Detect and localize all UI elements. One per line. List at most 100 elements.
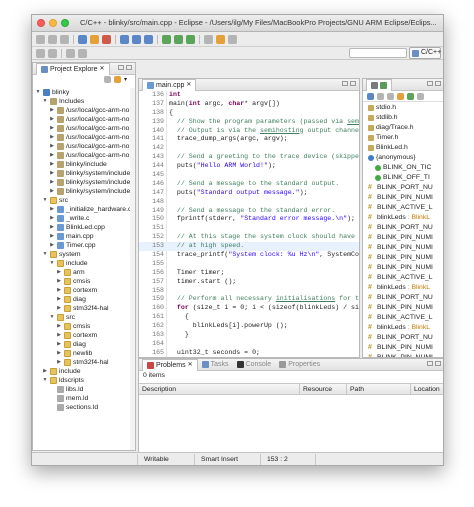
column-description[interactable]: Description <box>139 384 300 394</box>
hide-nonpublic-icon[interactable] <box>397 92 404 100</box>
tree-item[interactable]: ▼ Includes <box>33 97 135 106</box>
code-line[interactable]: 163 } <box>139 331 359 340</box>
code-line[interactable]: 155 <box>139 260 359 269</box>
collapsed-arrow-icon[interactable]: ▶ <box>56 331 62 340</box>
tree-item[interactable]: ▶ _initialize_hardware.c <box>33 205 135 214</box>
collapsed-arrow-icon[interactable]: ▶ <box>49 160 55 169</box>
collapsed-arrow-icon[interactable]: ▶ <box>49 106 55 115</box>
collapsed-arrow-icon[interactable]: ▶ <box>49 232 55 241</box>
collapsed-arrow-icon[interactable]: ▶ <box>56 295 62 304</box>
expanded-arrow-icon[interactable]: ▼ <box>42 97 48 106</box>
maximize-window-button[interactable] <box>61 19 69 27</box>
code-line[interactable]: 153 // at high speed. <box>139 242 359 252</box>
code-line[interactable]: 142 <box>139 144 359 153</box>
code-line[interactable]: 147 puts("Standard output message."); <box>139 189 359 198</box>
minimize-icon[interactable] <box>342 81 348 86</box>
code-line[interactable]: 165 uint32_t seconds = 0; <box>139 349 359 357</box>
print-icon[interactable] <box>60 34 69 44</box>
forward-icon[interactable] <box>78 48 87 58</box>
tree-item[interactable]: ▼ ldscripts <box>33 376 135 385</box>
tab-tasks[interactable]: Tasks <box>198 359 233 370</box>
outline-item[interactable]: # BLINK_PORT_NU <box>363 333 443 343</box>
outline-item[interactable]: #BLINK_PIN_NUMI <box>363 353 443 357</box>
toggle-mark-icon[interactable] <box>228 34 237 44</box>
perspective-switcher[interactable]: C/C++ <box>409 47 441 59</box>
outline-item[interactable]: Timer.h <box>363 133 443 143</box>
outline-item[interactable]: BLINK_ON_TIC <box>363 163 443 173</box>
tree-item[interactable]: ▶ BlinkLed.cpp <box>33 223 135 232</box>
back-icon[interactable] <box>66 48 75 58</box>
tree-item[interactable]: ▶ _write.c <box>33 214 135 223</box>
new-icon[interactable] <box>36 34 45 44</box>
tree-item[interactable]: ▶ arm <box>33 268 135 277</box>
tree-item[interactable]: ▶ blinky/include <box>33 160 135 169</box>
new-class-icon[interactable] <box>144 34 153 44</box>
tab-properties[interactable]: Properties <box>275 359 324 370</box>
outline-item[interactable]: # blinkLeds : BlinkL <box>363 283 443 293</box>
hide-static-icon[interactable] <box>387 92 394 100</box>
tree-item[interactable]: ▶ /usr/local/gcc-arm-no <box>33 106 135 115</box>
tree-item[interactable]: ▶ /usr/local/gcc-arm-no <box>33 133 135 142</box>
collapsed-arrow-icon[interactable]: ▶ <box>56 268 62 277</box>
tree-item[interactable]: ▶ blinky/system/include <box>33 187 135 196</box>
close-tab-icon[interactable]: ✕ <box>99 64 104 75</box>
tree-item[interactable]: ▼ src <box>33 313 135 322</box>
tab-project-explorer[interactable]: Project Explore ✕ <box>36 63 110 75</box>
minimize-icon[interactable] <box>427 361 433 366</box>
code-line[interactable]: 157 timer.start (); <box>139 278 359 287</box>
maximize-icon[interactable] <box>435 361 441 366</box>
tree-item[interactable]: ▶ newlib <box>33 349 135 358</box>
outline-item[interactable]: # BLINK_PORT_NU <box>363 293 443 303</box>
close-tab-icon[interactable]: ✕ <box>186 80 191 91</box>
outline-item[interactable]: #BLINK_PIN_NUMI <box>363 243 443 253</box>
collapsed-arrow-icon[interactable]: ▶ <box>49 115 55 124</box>
tab-outline[interactable] <box>366 79 392 91</box>
new-source-folder-icon[interactable] <box>132 34 141 44</box>
code-line[interactable]: 141 trace_dump_args(argc, argv); <box>139 135 359 144</box>
tree-item[interactable]: ▶ /usr/local/gcc-arm-no <box>33 115 135 124</box>
code-line[interactable]: 159 // Perform all necessary initialisat… <box>139 295 359 304</box>
outline-item[interactable]: # BLINK_ACTIVE_L <box>363 313 443 323</box>
new-c-project-icon[interactable] <box>120 34 129 44</box>
search-icon[interactable] <box>204 34 213 44</box>
outline-item[interactable]: # BLINK_PORT_NU <box>363 223 443 233</box>
column-location[interactable]: Location <box>411 384 443 394</box>
code-line[interactable]: 137 main(int argc, char* argv[]) <box>139 100 359 109</box>
maximize-icon[interactable] <box>435 81 441 86</box>
tree-item[interactable]: sections.ld <box>33 403 135 412</box>
collapsed-arrow-icon[interactable]: ▶ <box>56 304 62 313</box>
code-line[interactable]: 161 { <box>139 313 359 322</box>
collapsed-arrow-icon[interactable]: ▶ <box>49 205 55 214</box>
external-tools-icon[interactable] <box>186 34 195 44</box>
outline-item[interactable]: # BLINK_ACTIVE_L <box>363 273 443 283</box>
outline-item[interactable]: # BLINK_ACTIVE_L <box>363 203 443 213</box>
sort-icon[interactable] <box>367 92 374 100</box>
code-line[interactable]: 164 <box>139 340 359 349</box>
outline-item[interactable]: # BLINK_PORT_NU <box>363 183 443 193</box>
collapsed-arrow-icon[interactable]: ▶ <box>56 277 62 286</box>
code-line[interactable]: 148 <box>139 198 359 207</box>
collapsed-arrow-icon[interactable]: ▶ <box>56 358 62 367</box>
code-line[interactable]: 160 for (size_t i = 0; i < (sizeof(blink… <box>139 304 359 313</box>
tree-item[interactable]: ▶ diag <box>33 340 135 349</box>
column-resource[interactable]: Resource <box>300 384 347 394</box>
tree-item[interactable]: mem.ld <box>33 394 135 403</box>
tree-item[interactable]: ▶ cortexm <box>33 331 135 340</box>
tree-item[interactable]: ▶ main.cpp <box>33 232 135 241</box>
run-icon[interactable] <box>174 34 183 44</box>
expanded-arrow-icon[interactable]: ▼ <box>42 196 48 205</box>
outline-item[interactable]: #BLINK_PIN_NUMI <box>363 193 443 203</box>
code-line[interactable]: 138 { <box>139 109 359 118</box>
close-tab-icon[interactable]: ✕ <box>188 360 193 371</box>
link-editor-icon[interactable] <box>113 76 121 83</box>
tab-console[interactable]: Console <box>233 359 276 370</box>
prev-annotation-icon[interactable] <box>48 48 57 58</box>
build-config-icon[interactable] <box>90 34 99 44</box>
collapsed-arrow-icon[interactable]: ▶ <box>49 214 55 223</box>
quick-access-input[interactable] <box>349 48 407 58</box>
minimize-icon[interactable] <box>427 81 433 86</box>
collapsed-arrow-icon[interactable]: ▶ <box>56 349 62 358</box>
collapsed-arrow-icon[interactable]: ▶ <box>42 367 48 376</box>
tree-item[interactable]: ▶ cmsis <box>33 277 135 286</box>
collapsed-arrow-icon[interactable]: ▶ <box>49 241 55 250</box>
